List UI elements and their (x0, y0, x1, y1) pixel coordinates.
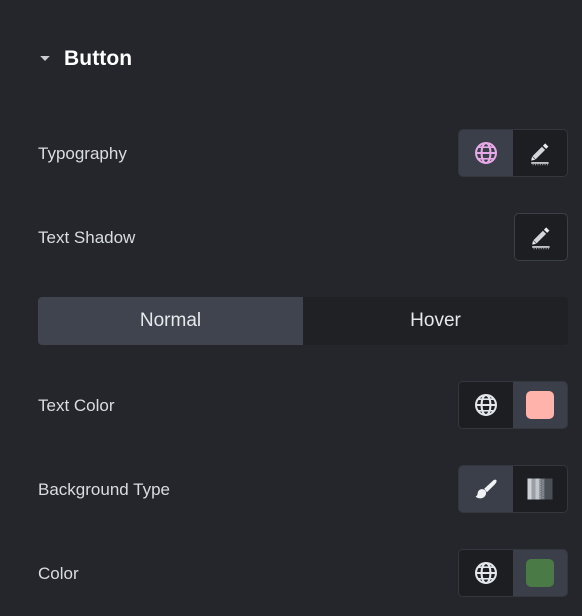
row-typography: Typography (38, 129, 568, 177)
color-globe-button[interactable] (459, 550, 513, 596)
chevron-down-icon[interactable] (38, 51, 52, 65)
pencil-edit-icon (527, 140, 553, 166)
color-swatch (526, 391, 554, 419)
text-color-label: Text Color (38, 395, 115, 415)
row-color: Color (38, 549, 568, 597)
section-header-button[interactable]: Button (38, 40, 132, 76)
background-gradient-button[interactable] (513, 466, 567, 512)
globe-icon (473, 392, 499, 418)
globe-icon (473, 560, 499, 586)
text-color-globe-button[interactable] (459, 382, 513, 428)
tab-hover-label: Hover (410, 310, 461, 331)
globe-icon (473, 140, 499, 166)
typography-edit-button[interactable] (513, 130, 567, 176)
text-shadow-edit-button[interactable] (514, 213, 568, 261)
row-background-type: Background Type (38, 465, 568, 513)
pencil-edit-icon (528, 224, 554, 250)
color-control-group (458, 549, 568, 597)
button-style-panel: Button Typography Text Shadow Normal Hov… (0, 0, 582, 616)
tab-normal[interactable]: Normal (38, 297, 303, 345)
typography-label: Typography (38, 143, 127, 163)
state-tabs: Normal Hover (38, 297, 568, 345)
color-swatch (526, 559, 554, 587)
text-color-control-group (458, 381, 568, 429)
text-shadow-label: Text Shadow (38, 227, 136, 247)
background-type-label: Background Type (38, 479, 170, 499)
color-swatch-button[interactable] (513, 550, 567, 596)
background-type-control-group (458, 465, 568, 513)
row-text-shadow: Text Shadow (38, 213, 568, 261)
background-classic-button[interactable] (459, 466, 513, 512)
tab-normal-label: Normal (139, 310, 202, 331)
gradient-icon (527, 478, 553, 500)
row-text-color: Text Color (38, 381, 568, 429)
tab-hover[interactable]: Hover (303, 297, 568, 345)
color-label: Color (38, 563, 79, 583)
typography-control-group (458, 129, 568, 177)
section-title: Button (64, 46, 133, 70)
text-color-swatch-button[interactable] (513, 382, 567, 428)
paint-brush-icon (472, 475, 500, 503)
typography-globe-button[interactable] (459, 130, 513, 176)
